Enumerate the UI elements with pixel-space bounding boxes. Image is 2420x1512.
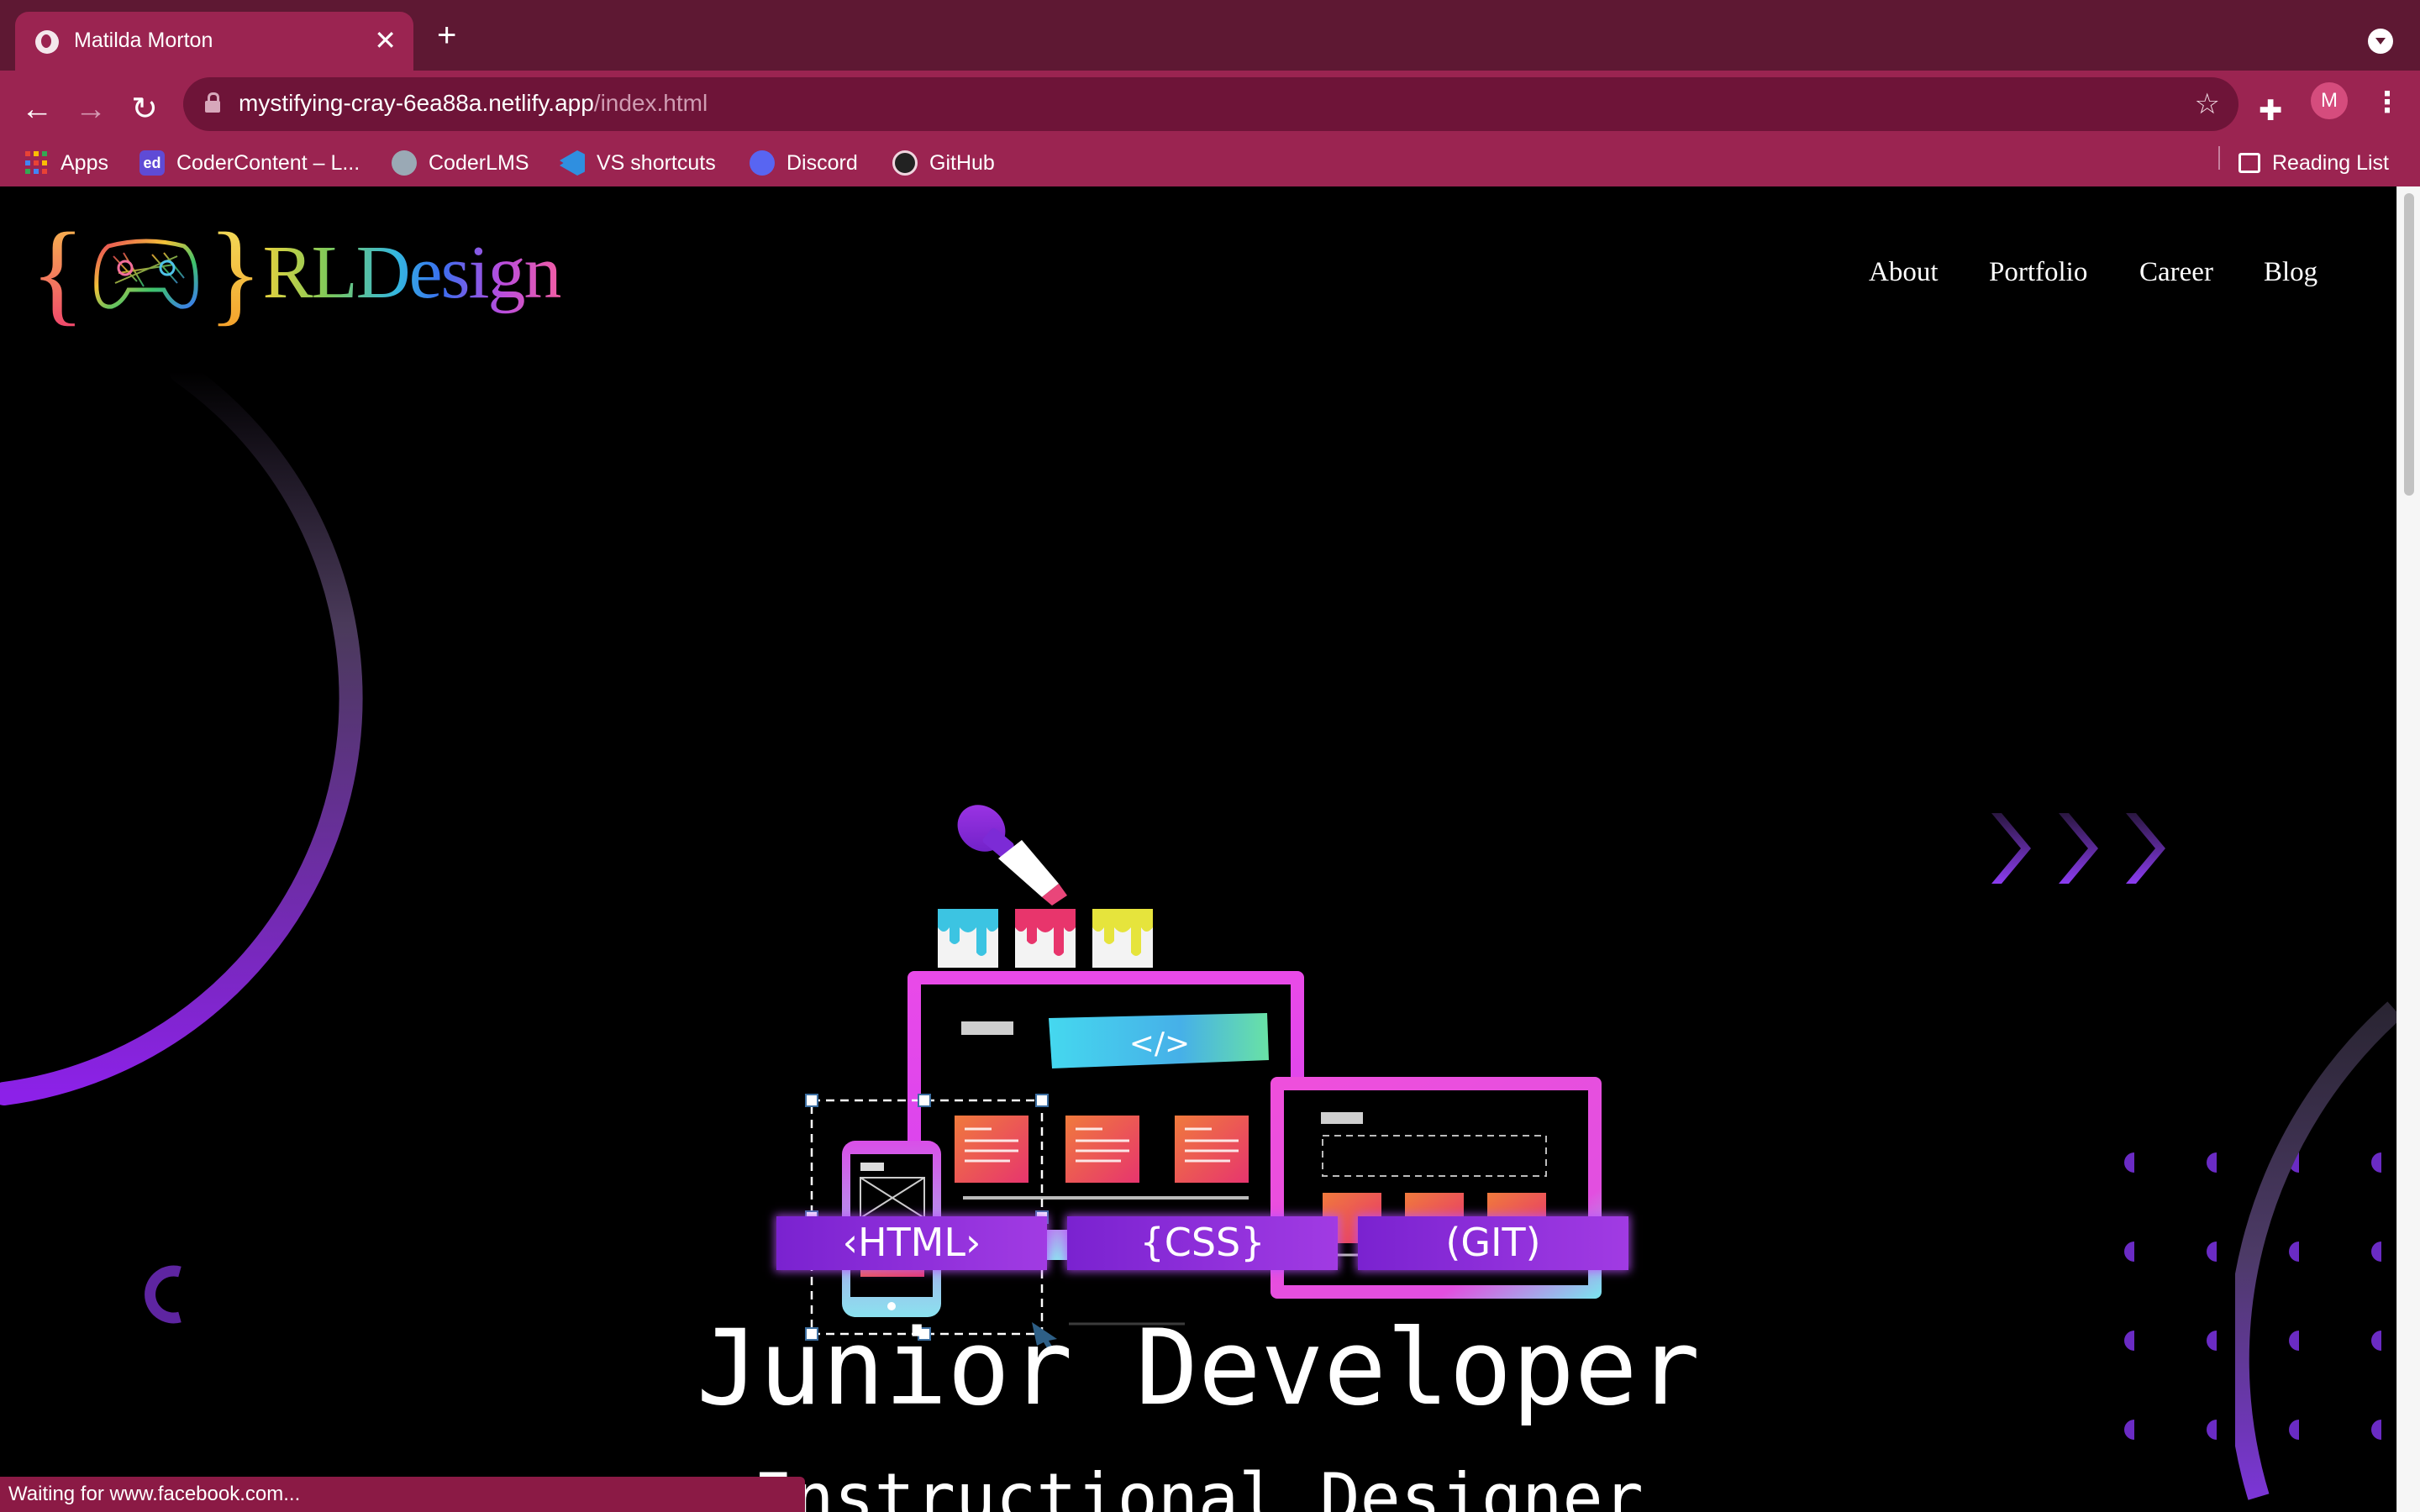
hero-headline: Junior Developer bbox=[696, 1308, 1701, 1429]
bookmark-github[interactable]: GitHub bbox=[892, 144, 995, 181]
forward-icon[interactable]: → bbox=[67, 86, 114, 133]
address-bar[interactable]: mystifying-cray-6ea88a.netlify.app/index… bbox=[183, 77, 2238, 131]
game-controller-icon bbox=[94, 239, 198, 309]
browser-tab[interactable]: Matilda Morton ✕ bbox=[15, 12, 413, 71]
bookmarks-bar: Apps ed CoderContent – L... CoderLMS VS … bbox=[0, 139, 2420, 186]
bookmark-discord[interactable]: Discord bbox=[750, 144, 858, 181]
bookmark-label: VS shortcuts bbox=[597, 150, 716, 175]
vscode-icon bbox=[560, 150, 585, 176]
plus-icon[interactable]: + bbox=[437, 18, 456, 52]
logo-brace-left: { bbox=[30, 210, 86, 336]
svg-text:</>: </> bbox=[1129, 1026, 1190, 1061]
bookmark-label: Apps bbox=[60, 150, 108, 175]
reading-list-icon bbox=[2238, 153, 2260, 173]
tab-title: Matilda Morton bbox=[74, 29, 213, 52]
url-host: mystifying-cray-6ea88a.netlify.app bbox=[239, 90, 594, 116]
bookmark-label: CoderContent – L... bbox=[176, 150, 360, 175]
bookmark-label: GitHub bbox=[929, 150, 995, 175]
url-path: /index.html bbox=[593, 90, 708, 116]
lock-icon[interactable] bbox=[205, 92, 220, 113]
badge-css: {CSS} bbox=[1067, 1216, 1338, 1270]
paint-swatches bbox=[938, 909, 1153, 968]
scrollbar-thumb[interactable] bbox=[2404, 193, 2414, 496]
status-bar: Waiting for www.facebook.com... bbox=[0, 1477, 805, 1512]
browser-tab-bar: Matilda Morton ✕ + bbox=[0, 0, 2420, 71]
bookmark-label: CoderLMS bbox=[429, 150, 529, 175]
decorative-arc-left bbox=[0, 360, 363, 1105]
logo-wordmark: RLDesign bbox=[263, 223, 562, 323]
bookmark-codercontent[interactable]: ed CoderContent – L... bbox=[139, 144, 360, 181]
github-icon bbox=[892, 150, 918, 176]
decorative-arc-right bbox=[2235, 1001, 2396, 1500]
nav-about[interactable]: About bbox=[1869, 257, 1939, 288]
page-scrollbar[interactable] bbox=[2396, 186, 2420, 1512]
badge-git: (GIT) bbox=[1358, 1216, 1628, 1270]
nav-portfolio[interactable]: Portfolio bbox=[1989, 257, 2087, 288]
bookmark-apps[interactable]: Apps bbox=[25, 144, 108, 181]
lms-icon bbox=[392, 150, 417, 176]
reading-list-label: Reading List bbox=[2272, 150, 2389, 175]
profile-avatar[interactable]: M bbox=[2311, 82, 2348, 119]
tab-search-icon[interactable] bbox=[2368, 29, 2393, 54]
globe-icon bbox=[35, 30, 59, 54]
apps-grid-icon bbox=[25, 151, 49, 175]
discord-icon bbox=[750, 150, 775, 176]
bookmarks-divider bbox=[2218, 146, 2220, 170]
bookmark-coderlms[interactable]: CoderLMS bbox=[392, 144, 529, 181]
reload-icon[interactable]: ↻ bbox=[121, 86, 168, 133]
bookmark-label: Discord bbox=[786, 150, 858, 175]
site-logo[interactable]: { } RLDesign bbox=[30, 210, 562, 336]
bookmark-vs-shortcuts[interactable]: VS shortcuts bbox=[560, 144, 716, 181]
logo-brace-right: } bbox=[208, 210, 263, 336]
url-text: mystifying-cray-6ea88a.netlify.app/index… bbox=[239, 90, 708, 117]
web-page: { } RLDesign About Portfolio Career Blog bbox=[0, 186, 2396, 1512]
close-tab-icon[interactable]: ✕ bbox=[374, 24, 397, 57]
back-icon[interactable]: ← bbox=[13, 86, 60, 133]
eyedropper-icon bbox=[957, 805, 1067, 906]
decorative-chevrons bbox=[1991, 813, 2165, 884]
reading-list-button[interactable]: Reading List bbox=[2238, 144, 2389, 181]
nav-blog[interactable]: Blog bbox=[2264, 257, 2317, 288]
bookmark-star-icon[interactable]: ☆ bbox=[2195, 87, 2220, 121]
browser-menu-icon[interactable]: ⋮ bbox=[2373, 82, 2402, 123]
extensions-puzzle-icon[interactable]: ✚ bbox=[2259, 94, 2283, 128]
badge-html: ‹HTML› bbox=[776, 1216, 1047, 1270]
nav-career[interactable]: Career bbox=[2139, 257, 2213, 288]
ed-icon: ed bbox=[139, 150, 165, 176]
